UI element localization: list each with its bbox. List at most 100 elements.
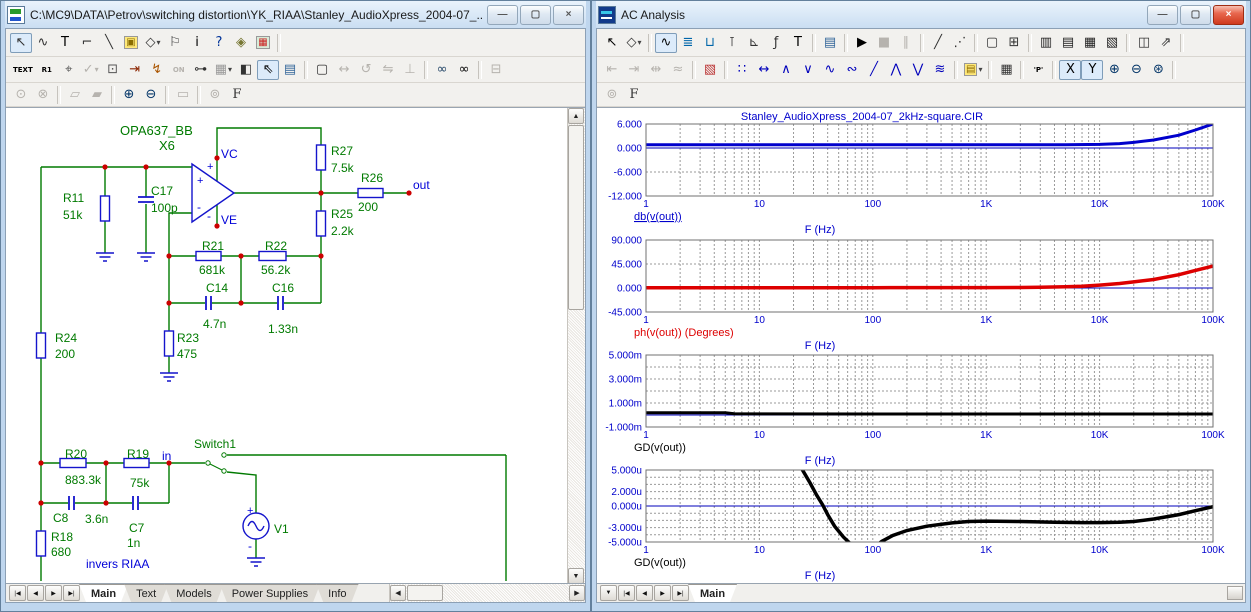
- tag-values-icon[interactable]: ⊾: [743, 33, 765, 53]
- rotate-icon[interactable]: ↺: [355, 60, 377, 80]
- scroll-up-button[interactable]: ▲: [568, 108, 584, 124]
- envelope-icon[interactable]: ≋: [929, 60, 951, 80]
- nav-prev-button[interactable]: ◀: [27, 585, 44, 601]
- schematic-label[interactable]: C7: [129, 521, 145, 535]
- curve-label[interactable]: db(v(out)): [634, 211, 682, 223]
- pause-icon[interactable]: ∥: [895, 33, 917, 53]
- pin-connect-icon[interactable]: ⊶: [190, 60, 212, 80]
- flip-h-icon[interactable]: ⇋: [377, 60, 399, 80]
- data-points-icon[interactable]: ⊔: [699, 33, 721, 53]
- horizontal-axis-icon[interactable]: ⊺: [721, 33, 743, 53]
- curve-db[interactable]: [646, 124, 1213, 145]
- title-bar[interactable]: AC Analysis —▢×: [596, 1, 1246, 28]
- resistor-R25-symbol[interactable]: [317, 211, 326, 236]
- select-icon[interactable]: ↖: [601, 33, 623, 53]
- capacitor-C7-symbol[interactable]: [133, 496, 138, 510]
- pattern-dots-icon[interactable]: ▧: [1101, 33, 1123, 53]
- next-right-icon[interactable]: ⇥: [623, 60, 645, 80]
- find-component-icon[interactable]: ◇▾: [142, 33, 164, 53]
- line-mode-icon[interactable]: ╱: [927, 33, 949, 53]
- minimize-button[interactable]: —: [1147, 5, 1178, 25]
- split-window-icon[interactable]: ◧: [235, 60, 257, 80]
- schematic-label[interactable]: 75k: [130, 476, 150, 490]
- current-display-icon[interactable]: ⇥: [124, 60, 146, 80]
- schematic-label[interactable]: Switch1: [194, 437, 236, 451]
- find-icon[interactable]: ∞: [453, 60, 475, 80]
- wire-mode-icon[interactable]: ∿: [32, 33, 54, 53]
- tab-text[interactable]: Text: [124, 584, 168, 602]
- formula-text-icon[interactable]: ƒ: [765, 33, 787, 53]
- stop-icon[interactable]: ⊗: [32, 85, 54, 105]
- font-icon[interactable]: F: [226, 85, 248, 105]
- minimize-button[interactable]: —: [487, 5, 518, 25]
- schematic-label[interactable]: R18: [51, 530, 73, 544]
- schematic-label[interactable]: VE: [221, 213, 237, 227]
- schematic-canvas[interactable]: OPA637_BBX6VCVE+-+-R277.5kR26200outR252.…: [6, 107, 585, 584]
- vertical-scrollbar[interactable]: ▲ ▼: [567, 108, 585, 584]
- text-attr-icon[interactable]: TEXT: [10, 60, 36, 80]
- zoom-region-icon[interactable]: ⊛: [1147, 60, 1169, 80]
- plot-area[interactable]: 6.0000.000-6.000-12.0001101001K10K100KSt…: [600, 108, 1244, 583]
- run-icon[interactable]: ▶: [851, 33, 873, 53]
- schematic-label[interactable]: -: [197, 200, 201, 214]
- schematic-label[interactable]: -: [207, 209, 211, 223]
- schematic-label[interactable]: C8: [53, 511, 69, 525]
- nav-last-button[interactable]: ▶|: [672, 585, 689, 601]
- schematic-label[interactable]: R24: [55, 331, 77, 345]
- curve-phase[interactable]: [646, 266, 1213, 288]
- schematic-label[interactable]: -: [248, 539, 252, 553]
- schematic-label[interactable]: 681k: [199, 263, 226, 277]
- diagonal-line-icon[interactable]: ╲: [98, 33, 120, 53]
- resistor-R27-symbol[interactable]: [317, 145, 326, 170]
- search-wave-icon[interactable]: ∞: [431, 60, 453, 80]
- high-icon[interactable]: ∿: [819, 60, 841, 80]
- nav-last-button[interactable]: ▶|: [63, 585, 80, 601]
- schematic-label[interactable]: C17: [151, 184, 173, 198]
- scroll-down-button[interactable]: ▼: [568, 568, 584, 584]
- move-icon[interactable]: ↔: [333, 60, 355, 80]
- nav-prev-button[interactable]: ◀: [636, 585, 653, 601]
- schematic-label[interactable]: OPA637_BB: [120, 123, 193, 138]
- slope-icon[interactable]: ╱: [863, 60, 885, 80]
- help-on-part-icon[interactable]: ◈: [230, 33, 252, 53]
- schematic-label[interactable]: 1n: [127, 536, 140, 550]
- schematic-label[interactable]: 7.5k: [331, 161, 355, 175]
- properties-icon[interactable]: ▤: [279, 60, 301, 80]
- schematic-label[interactable]: R21: [202, 239, 224, 253]
- web-icon[interactable]: ⊚: [601, 85, 623, 105]
- font-icon[interactable]: F: [623, 85, 645, 105]
- schematic-label[interactable]: R22: [265, 239, 287, 253]
- schematic-label[interactable]: C14: [206, 281, 228, 295]
- tab-info[interactable]: Info: [316, 584, 358, 602]
- plot-page[interactable]: 6.0000.000-6.000-12.0001101001K10K100KSt…: [597, 107, 1245, 584]
- schematic-label[interactable]: 475: [177, 347, 197, 361]
- valley-icon[interactable]: ∨: [797, 60, 819, 80]
- paste-picture-icon[interactable]: ▰: [86, 85, 108, 105]
- state-display-icon[interactable]: ON: [168, 60, 190, 80]
- text-mode-icon[interactable]: T: [787, 33, 809, 53]
- schematic-label[interactable]: +: [247, 505, 253, 517]
- schematic-label[interactable]: C16: [272, 281, 294, 295]
- nav-next-button[interactable]: ▶: [654, 585, 671, 601]
- stop-icon[interactable]: ■: [873, 33, 895, 53]
- schematic-label[interactable]: 200: [358, 200, 378, 214]
- wave-select-icon[interactable]: ≈: [667, 60, 689, 80]
- cursor-span-icon[interactable]: ↔: [753, 60, 775, 80]
- auto-scale-x-icon[interactable]: X: [1059, 60, 1081, 80]
- schematic-label[interactable]: R23: [177, 331, 199, 345]
- power-display-icon[interactable]: ↯: [146, 60, 168, 80]
- numeric-output-icon[interactable]: ▦: [995, 60, 1017, 80]
- schematic-label[interactable]: 100p: [151, 201, 178, 215]
- schematic-label[interactable]: 51k: [63, 208, 83, 222]
- scale-limits-icon[interactable]: ≣: [677, 33, 699, 53]
- select-region-icon[interactable]: ▢: [311, 60, 333, 80]
- schematic-label[interactable]: invers RIAA: [86, 557, 149, 571]
- component-dialog-icon[interactable]: ▣: [120, 33, 142, 53]
- schematic-label[interactable]: R25: [331, 207, 353, 221]
- cursor-points-icon[interactable]: ∷: [731, 60, 753, 80]
- page-list-button[interactable]: ▼: [600, 585, 617, 601]
- schematic-label[interactable]: in: [162, 449, 171, 463]
- next-left-icon[interactable]: ⇤: [601, 60, 623, 80]
- zoom-in-icon[interactable]: ⊕: [1103, 60, 1125, 80]
- pick-mode-icon[interactable]: ⇖: [257, 60, 279, 80]
